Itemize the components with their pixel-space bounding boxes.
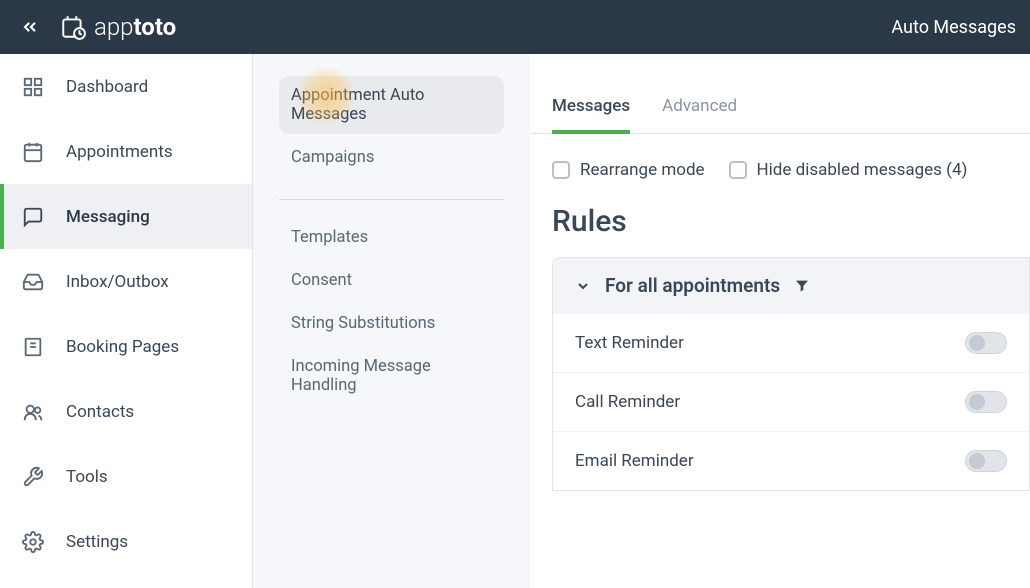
checkbox-box — [729, 161, 747, 179]
contacts-icon — [22, 401, 44, 423]
toggle-email-reminder[interactable] — [965, 450, 1007, 472]
toggle-knob — [969, 335, 985, 351]
sidebar-item-label: Booking Pages — [66, 337, 179, 357]
calendar-icon — [60, 14, 86, 40]
sidebar-item-tools[interactable]: Tools — [0, 444, 252, 509]
rule-row-label: Text Reminder — [575, 333, 684, 353]
sub-sidebar-group-2: Templates Consent String Substitutions I… — [279, 218, 504, 409]
settings-icon — [22, 531, 44, 553]
checkbox-label: Hide disabled messages (4) — [757, 160, 968, 180]
tools-icon — [22, 466, 44, 488]
rule-card-header[interactable]: For all appointments — [553, 258, 1029, 313]
collapse-sidebar-button[interactable] — [20, 17, 40, 37]
sidebar-item-label: Dashboard — [66, 77, 148, 97]
sub-sidebar-item-substitutions[interactable]: String Substitutions — [279, 304, 504, 343]
toggle-call-reminder[interactable] — [965, 391, 1007, 413]
rules-heading: Rules — [530, 180, 1030, 257]
sub-sidebar-item-auto-messages[interactable]: Appointment Auto Messages — [279, 76, 504, 134]
sidebar-item-label: Messaging — [66, 207, 150, 227]
checkbox-box — [552, 161, 570, 179]
sub-sidebar-item-consent[interactable]: Consent — [279, 261, 504, 300]
sub-sidebar: Appointment Auto Messages Campaigns Temp… — [253, 54, 530, 588]
page-title: Auto Messages — [891, 17, 1016, 38]
sub-sidebar-label: Incoming Message Handling — [291, 357, 431, 395]
main-content: Messages Advanced Rearrange mode Hide di… — [530, 54, 1030, 588]
tab-advanced[interactable]: Advanced — [662, 86, 737, 134]
calendar-icon — [22, 141, 44, 163]
sub-sidebar-item-templates[interactable]: Templates — [279, 218, 504, 257]
sidebar-item-label: Appointments — [66, 142, 173, 162]
sub-sidebar-label: Campaigns — [291, 148, 374, 167]
sub-sidebar-label: Appointment Auto Messages — [291, 86, 424, 124]
sidebar-item-label: Inbox/Outbox — [66, 272, 169, 292]
sidebar-item-label: Tools — [66, 467, 108, 487]
rule-card: For all appointments Text Reminder Call … — [552, 257, 1030, 491]
tab-messages[interactable]: Messages — [552, 86, 630, 134]
primary-sidebar: Dashboard Appointments Messaging — [0, 54, 253, 588]
filter-icon[interactable] — [794, 278, 810, 294]
rule-row-email-reminder[interactable]: Email Reminder — [553, 431, 1029, 490]
sub-sidebar-label: String Substitutions — [291, 314, 435, 333]
sidebar-item-messaging[interactable]: Messaging — [0, 184, 252, 249]
sidebar-item-contacts[interactable]: Contacts — [0, 379, 252, 444]
brand-text: apptoto — [94, 13, 176, 41]
brand-logo[interactable]: apptoto — [60, 13, 176, 41]
checkbox-label: Rearrange mode — [580, 160, 705, 180]
sidebar-item-booking[interactable]: Booking Pages — [0, 314, 252, 379]
hide-disabled-checkbox[interactable]: Hide disabled messages (4) — [729, 160, 968, 180]
rule-row-call-reminder[interactable]: Call Reminder — [553, 372, 1029, 431]
sidebar-item-label: Settings — [66, 532, 128, 552]
divider — [279, 199, 504, 200]
sub-sidebar-item-campaigns[interactable]: Campaigns — [279, 138, 504, 177]
sub-sidebar-item-incoming[interactable]: Incoming Message Handling — [279, 347, 504, 405]
chevron-down-icon — [575, 278, 591, 294]
message-icon — [22, 206, 44, 228]
rule-row-text-reminder[interactable]: Text Reminder — [553, 313, 1029, 372]
inbox-icon — [22, 271, 44, 293]
tabs: Messages Advanced — [530, 86, 1030, 134]
sub-sidebar-label: Consent — [291, 271, 352, 290]
rearrange-mode-checkbox[interactable]: Rearrange mode — [552, 160, 705, 180]
sidebar-item-dashboard[interactable]: Dashboard — [0, 54, 252, 119]
rule-row-label: Call Reminder — [575, 392, 680, 412]
header-left: apptoto — [20, 13, 176, 41]
toggle-knob — [969, 453, 985, 469]
toggle-knob — [969, 394, 985, 410]
app-header: apptoto Auto Messages — [0, 0, 1030, 54]
booking-icon — [22, 336, 44, 358]
sidebar-item-label: Contacts — [66, 402, 134, 422]
rule-card-title: For all appointments — [605, 274, 780, 297]
sub-sidebar-label: Templates — [291, 228, 368, 247]
sidebar-item-appointments[interactable]: Appointments — [0, 119, 252, 184]
sub-sidebar-group-1: Appointment Auto Messages Campaigns — [279, 76, 504, 181]
sidebar-item-inbox[interactable]: Inbox/Outbox — [0, 249, 252, 314]
options-row: Rearrange mode Hide disabled messages (4… — [530, 134, 1030, 180]
dashboard-icon — [22, 76, 44, 98]
rule-row-label: Email Reminder — [575, 451, 694, 471]
toggle-text-reminder[interactable] — [965, 332, 1007, 354]
sidebar-item-settings[interactable]: Settings — [0, 509, 252, 574]
